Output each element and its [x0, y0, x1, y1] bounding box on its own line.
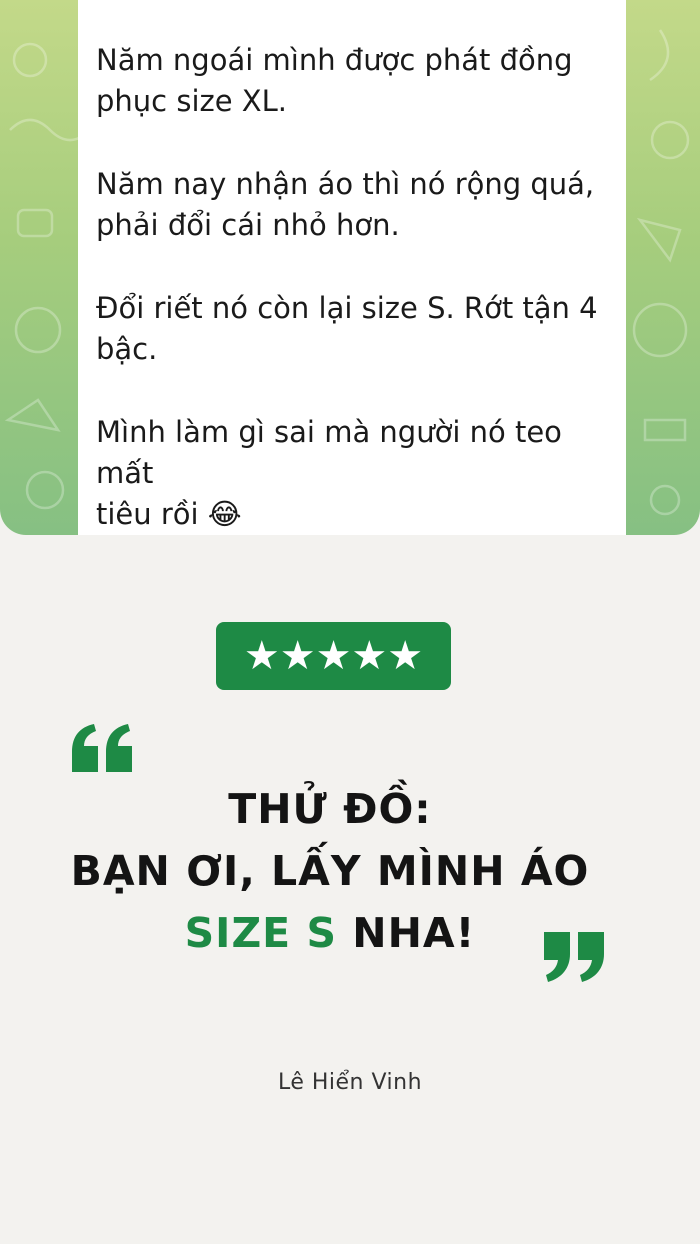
chat-message-line: Năm ngoái mình được phát đồng phục size … [96, 43, 573, 118]
quote-open-icon [72, 724, 132, 772]
chat-message-bubble: Năm ngoái mình được phát đồng phục size … [78, 0, 626, 535]
headline-highlight: SIZE S [184, 909, 337, 957]
chat-message-line: Mình làm gì sai mà người nó teo mất tiêu… [96, 415, 562, 531]
author-name: Lê Hiển Vinh [277, 1070, 423, 1095]
headline-line-1: THỬ ĐỒ: [228, 785, 432, 833]
rating-badge: ★★★★★ [216, 622, 451, 690]
headline-line-2: BẠN ƠI, LẤY MÌNH ÁO [70, 847, 590, 895]
quote-close-icon [544, 932, 604, 982]
chat-message-line: Đổi riết nó còn lại size S. Rớt tận 4 bậ… [96, 291, 598, 366]
chat-screenshot: Năm ngoái mình được phát đồng phục size … [0, 0, 700, 535]
chat-message-line: Năm nay nhận áo thì nó rộng quá, phải đổ… [96, 167, 595, 242]
five-star-rating: ★★★★★ [243, 633, 424, 679]
headline-line-3-rest: NHA! [336, 909, 476, 957]
